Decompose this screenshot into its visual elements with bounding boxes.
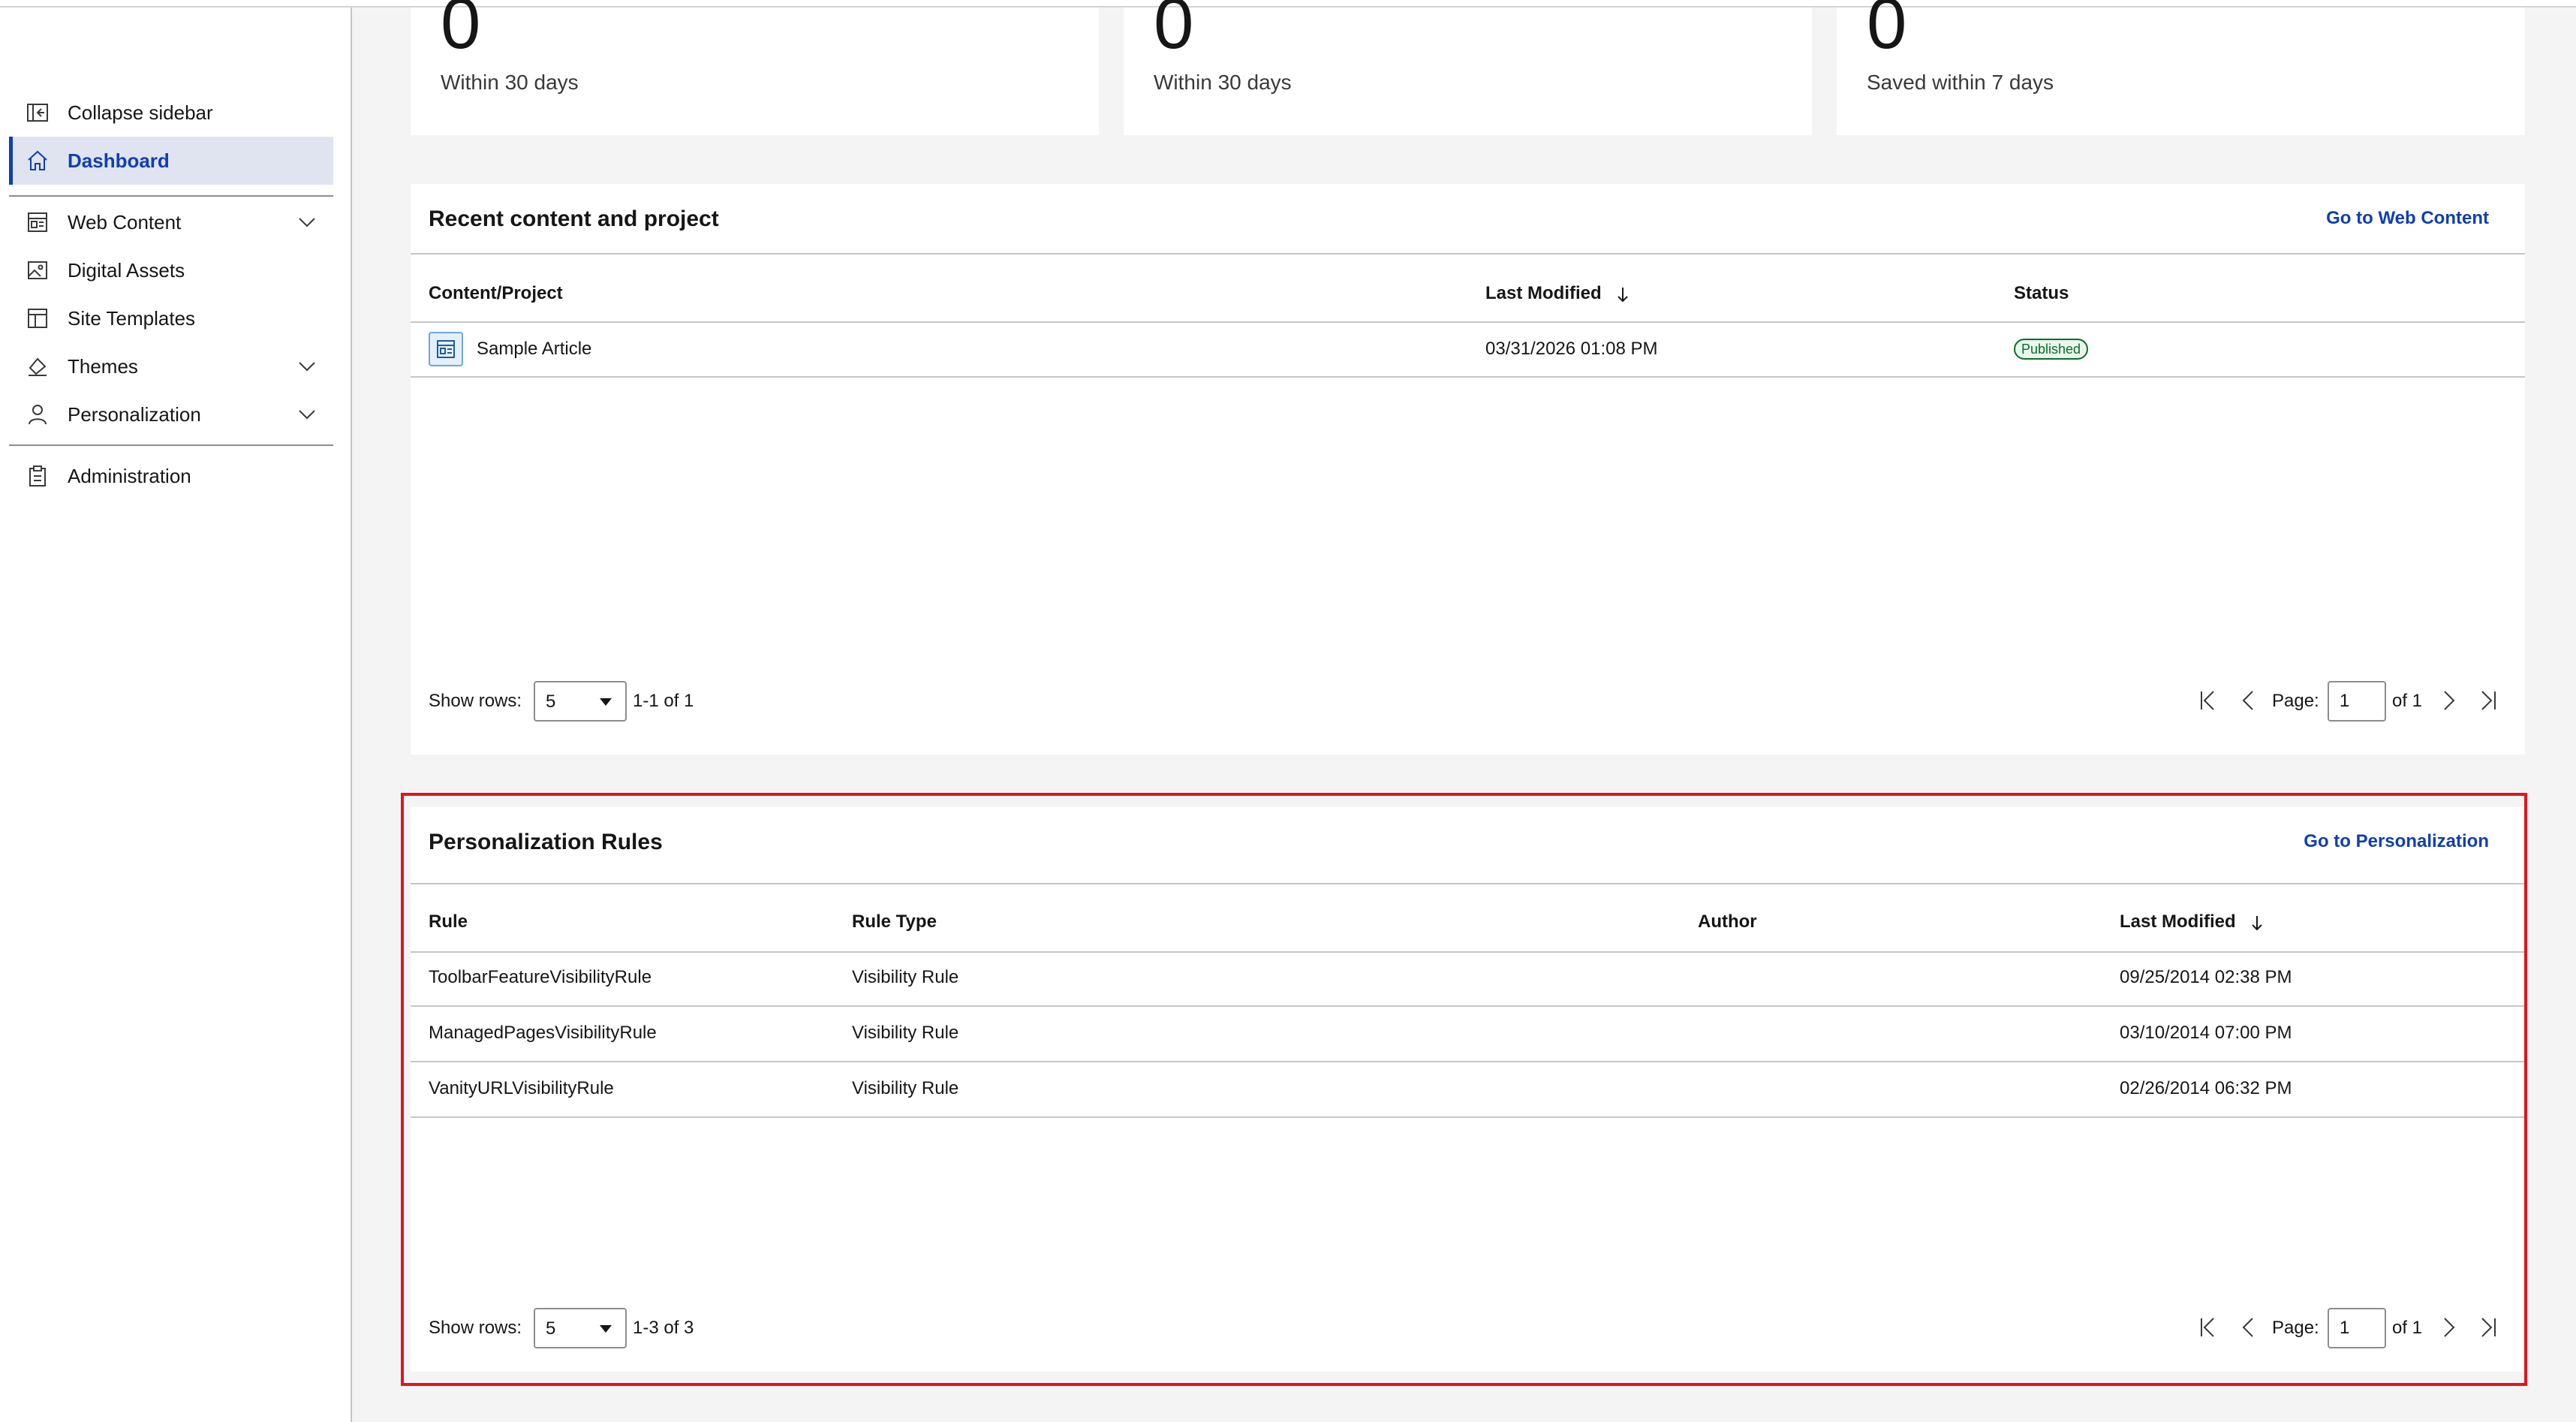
recent-content-panel: Recent content and project Go to Web Con…: [411, 184, 2525, 755]
show-rows-label: Show rows:: [429, 691, 522, 711]
stat-card: 0 Within 30 days: [411, 0, 1099, 135]
sidebar-item-personalization[interactable]: Personalization: [9, 390, 333, 438]
page-number-input[interactable]: [2328, 681, 2386, 722]
web-content-icon: [28, 212, 47, 232]
sidebar-item-site-templates[interactable]: Site Templates: [9, 294, 333, 342]
last-page-icon[interactable]: [2476, 687, 2499, 714]
sidebar-item-digital-assets[interactable]: Digital Assets: [9, 246, 333, 294]
template-icon: [28, 309, 47, 328]
home-icon: [28, 150, 47, 170]
highlight-box: [401, 793, 2527, 1386]
sidebar-item-themes[interactable]: Themes: [9, 342, 333, 390]
divider: [411, 253, 2525, 255]
stat-label: Within 30 days: [441, 71, 579, 94]
sidebar-item-web-content[interactable]: Web Content: [9, 198, 333, 246]
panel-title: Recent content and project: [429, 206, 719, 231]
content-name[interactable]: Sample Article: [477, 339, 591, 360]
last-modified: 03/31/2026 01:08 PM: [1485, 339, 1658, 359]
status-badge: Published: [2014, 339, 2089, 360]
sort-descending-icon: [1618, 287, 1629, 303]
column-header-content[interactable]: Content/Project: [429, 283, 563, 304]
sidebar-item-label: Web Content: [68, 210, 182, 233]
go-to-web-content-link[interactable]: Go to Web Content: [2326, 208, 2489, 229]
stat-value: 0: [441, 0, 481, 64]
rows-per-page-select[interactable]: 5: [534, 681, 627, 722]
page-total: of 1: [2392, 691, 2423, 711]
article-icon: [429, 332, 463, 366]
sidebar-item-label: Personalization: [68, 402, 201, 426]
stat-value: 0: [1154, 0, 1194, 64]
sidebar-item-label: Site Templates: [68, 306, 196, 330]
sidebar-item-dashboard[interactable]: Dashboard: [9, 137, 333, 185]
next-page-icon[interactable]: [2437, 687, 2460, 714]
column-header-last-modified[interactable]: Last Modified: [1485, 283, 1630, 304]
sidebar-item-label: Digital Assets: [68, 258, 185, 282]
sidebar-item-administration[interactable]: Administration: [9, 452, 333, 500]
row-range: 1-1 of 1: [633, 691, 694, 711]
sidebar-item-label: Themes: [68, 354, 138, 378]
collapse-sidebar-button[interactable]: Collapse sidebar: [9, 89, 333, 137]
caret-down-icon: [600, 698, 612, 706]
sidebar-item-label: Administration: [68, 464, 191, 487]
stat-label: Within 30 days: [1154, 71, 1292, 94]
sidebar-divider: [9, 195, 333, 197]
sidebar-divider: [9, 444, 333, 446]
chevron-down-icon: [299, 218, 315, 227]
clipboard-icon: [29, 465, 46, 487]
collapse-sidebar-icon: [27, 104, 48, 122]
column-header-label: Last Modified: [1485, 283, 1602, 303]
user-icon: [29, 405, 47, 425]
stat-card: 0 Saved within 7 days: [1837, 0, 2525, 135]
collapse-sidebar-label: Collapse sidebar: [68, 101, 213, 124]
image-icon: [28, 261, 47, 279]
chevron-down-icon: [299, 362, 315, 372]
paint-brush-icon: [29, 357, 47, 376]
sidebar-item-label: Dashboard: [68, 149, 170, 172]
divider: [411, 321, 2525, 323]
previous-page-icon[interactable]: [2237, 687, 2260, 714]
stat-card: 0 Within 30 days: [1124, 0, 1812, 135]
top-border: [0, 0, 2576, 8]
rows-per-page-value: 5: [546, 691, 556, 712]
first-page-icon[interactable]: [2197, 687, 2219, 714]
stat-value: 0: [1867, 0, 1907, 64]
chevron-down-icon: [299, 410, 315, 420]
page-label: Page:: [2272, 691, 2319, 711]
column-header-status[interactable]: Status: [2014, 283, 2069, 304]
sidebar: Collapse sidebar Dashboard Web Content D…: [0, 8, 352, 1422]
divider: [411, 376, 2525, 378]
stat-label: Saved within 7 days: [1867, 71, 2054, 94]
